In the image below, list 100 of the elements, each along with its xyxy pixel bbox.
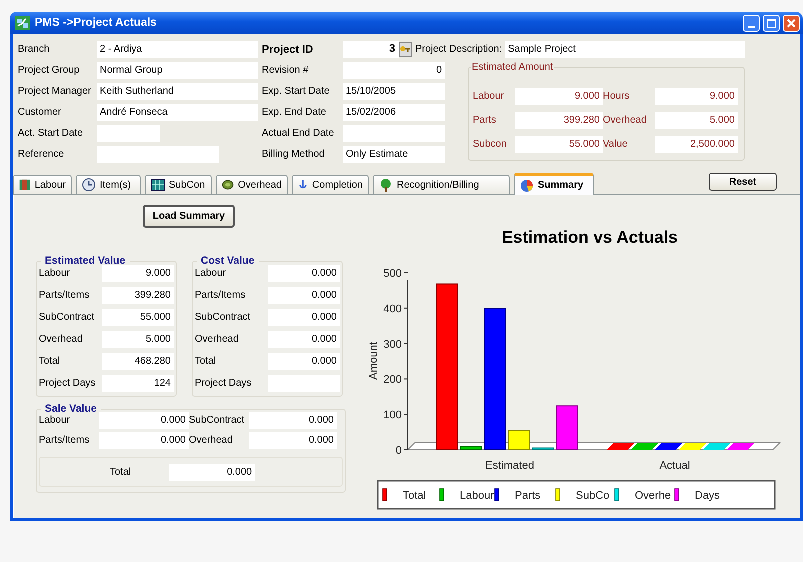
- app-icon: [15, 16, 30, 30]
- tab[interactable]: Labour: [13, 175, 72, 194]
- group-title: Cost Value: [200, 255, 256, 267]
- text-field[interactable]: 55.000: [102, 309, 174, 326]
- text-field[interactable]: 0.000: [268, 287, 340, 304]
- text-field[interactable]: 9.000: [102, 265, 174, 282]
- text-field[interactable]: André Fonseca: [97, 104, 258, 121]
- shell-icon: [222, 178, 234, 192]
- axis-label: Actual: [660, 460, 690, 472]
- text-field[interactable]: 15/10/2005: [343, 83, 445, 100]
- legend-label: Days: [695, 490, 720, 502]
- legend-label: SubCo: [576, 490, 610, 502]
- clock-icon: [82, 178, 96, 192]
- text-field[interactable]: 2,500.000: [655, 136, 738, 153]
- text-field[interactable]: 0.000: [99, 412, 189, 429]
- field-label: SubContract: [39, 312, 96, 323]
- field-label: Act. Start Date: [18, 128, 84, 139]
- text-field[interactable]: 399.280: [102, 287, 174, 304]
- text-field[interactable]: 0.000: [99, 432, 189, 449]
- field-label: Hours: [603, 91, 631, 102]
- legend-swatch: [494, 488, 500, 502]
- text-field[interactable]: 0.000: [249, 432, 337, 449]
- field-label: Total: [195, 356, 218, 367]
- text-field[interactable]: 5.000: [102, 331, 174, 348]
- field-label: Parts/Items: [39, 290, 91, 301]
- close-button[interactable]: [783, 14, 800, 32]
- text-field[interactable]: 15/02/2006: [343, 104, 445, 121]
- text-field[interactable]: 0.000: [268, 309, 340, 326]
- group-title: Estimated Value: [44, 255, 127, 267]
- field-label: SubContract: [195, 312, 252, 323]
- field-label: Branch: [18, 44, 51, 55]
- field-label: Overhead: [603, 115, 648, 126]
- legend-swatch: [674, 488, 680, 502]
- text-field[interactable]: 468.280: [102, 353, 174, 370]
- tab[interactable]: Summary: [514, 173, 594, 195]
- text-field[interactable]: Keith Sutherland: [97, 83, 258, 100]
- text-field[interactable]: 0: [343, 62, 445, 79]
- box-icon: [19, 178, 31, 192]
- maximize-icon: [767, 18, 776, 28]
- minimize-icon: [748, 26, 755, 28]
- text-field[interactable]: 2 - Ardiya: [97, 41, 258, 58]
- field-label: Labour: [195, 268, 228, 279]
- text-field[interactable]: 399.280: [515, 112, 603, 129]
- window-title: PMS ->Project Actuals: [35, 17, 158, 29]
- tab[interactable]: Item(s): [76, 175, 141, 194]
- field-label: Project ID: [262, 44, 314, 56]
- text-field[interactable]: Sample Project: [505, 41, 745, 58]
- text-field[interactable]: 0.000: [169, 464, 256, 480]
- axis-tick-label: 200: [384, 374, 402, 386]
- text-field[interactable]: [343, 125, 445, 142]
- legend-label: Labour: [460, 490, 494, 502]
- field-label: Subcon: [473, 139, 508, 150]
- field-label: Labour: [473, 91, 506, 102]
- key-icon: [400, 44, 410, 54]
- text-field[interactable]: 0.000: [268, 331, 340, 348]
- grid-icon: [151, 178, 165, 192]
- field-label: Exp. End Date: [262, 107, 328, 118]
- axis-label: Estimated: [486, 460, 534, 472]
- axis-tick-label: 300: [384, 338, 402, 351]
- field-label: Parts/Items: [195, 290, 247, 301]
- text-field[interactable]: 9.000: [515, 88, 603, 105]
- text-field[interactable]: 9.000: [655, 88, 738, 105]
- chart-bar: [556, 406, 578, 450]
- text-field[interactable]: 0.000: [268, 265, 340, 282]
- close-icon: [787, 18, 796, 28]
- text-field[interactable]: Only Estimate: [343, 146, 445, 163]
- field-label: Overhead: [39, 334, 84, 345]
- legend-swatch: [614, 488, 620, 502]
- field-label: Actual End Date: [262, 128, 336, 139]
- text-field[interactable]: [97, 125, 160, 142]
- tab[interactable]: Overhead: [216, 175, 288, 194]
- text-field[interactable]: 124: [102, 375, 174, 392]
- axis-tick-label: 100: [384, 410, 402, 422]
- legend-swatch: [440, 488, 444, 502]
- axis-tick-label: 400: [384, 303, 402, 316]
- text-field[interactable]: [97, 146, 219, 163]
- axis-tick-label: 0: [396, 445, 402, 457]
- axis-title: Amount: [368, 342, 380, 380]
- load-summary-button[interactable]: Load Summary: [143, 205, 235, 228]
- maximize-button[interactable]: [763, 14, 780, 32]
- minimize-button[interactable]: [743, 14, 760, 32]
- tab[interactable]: SubCon: [145, 175, 212, 194]
- text-field[interactable]: Normal Group: [97, 62, 258, 79]
- field-label: Customer: [18, 107, 62, 118]
- text-field[interactable]: 55.000: [515, 136, 603, 153]
- reset-button[interactable]: Reset: [709, 173, 777, 191]
- tab[interactable]: Completion: [292, 175, 369, 194]
- group-title: Sale Value: [44, 403, 98, 415]
- pie-chart-icon: [520, 178, 534, 192]
- tab[interactable]: Recognition/Billing: [373, 175, 510, 194]
- text-field[interactable]: 5.000: [655, 112, 738, 129]
- field-label: Parts: [473, 115, 498, 126]
- lookup-button[interactable]: [398, 42, 412, 57]
- text-field[interactable]: 3: [343, 41, 399, 58]
- text-field[interactable]: 0.000: [268, 353, 340, 370]
- group-title: Estimated Amount: [471, 62, 554, 73]
- text-field[interactable]: 0.000: [249, 412, 337, 429]
- field-label: Revision #: [262, 65, 310, 76]
- legend-label: Parts: [515, 490, 541, 502]
- field-label: Parts/Items: [39, 435, 91, 446]
